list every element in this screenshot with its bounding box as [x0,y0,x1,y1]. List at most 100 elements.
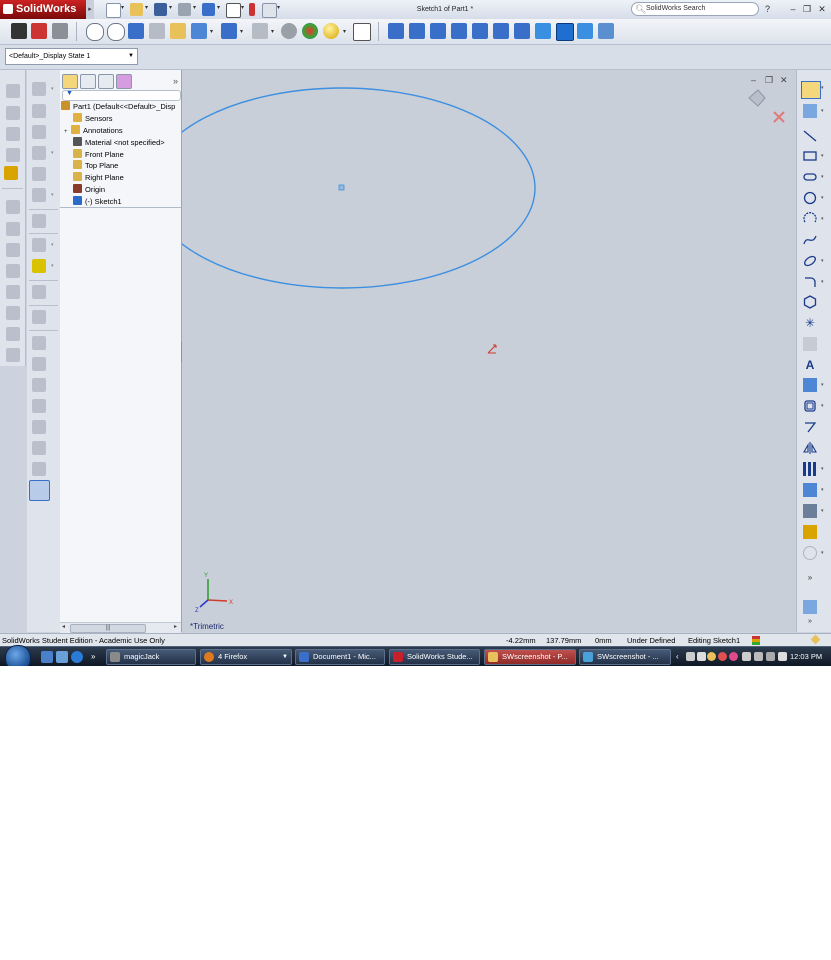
swept-boss-icon[interactable] [32,125,46,139]
sketch-ellipse[interactable] [182,87,536,289]
taskbar-firefox[interactable]: 4 Firefox ▼ [200,649,292,665]
snaps-dropdown-icon[interactable]: ▾ [821,550,824,556]
quicklaunch-more-icon[interactable]: » [91,651,103,663]
record-macro-icon[interactable] [31,23,47,39]
dynamic-annotation-icon[interactable] [170,23,186,39]
split-entities-icon[interactable] [6,348,20,362]
curves-icon[interactable] [32,285,46,299]
display-icon[interactable] [754,652,763,661]
circle-dropdown-icon[interactable]: ▾ [821,195,824,201]
rebuild-status-icon[interactable] [752,636,760,645]
print-dropdown-icon[interactable]: ▾ [193,4,199,11]
sketch-dropdown-icon[interactable]: ▾ [821,85,824,91]
ellipse-icon[interactable] [803,254,817,268]
sketch-icon[interactable] [801,81,821,99]
undo-dropdown-icon[interactable]: ▾ [217,4,223,11]
offset-entities-icon[interactable] [6,285,20,299]
dimension-dropdown-icon[interactable]: ▾ [821,108,824,114]
right-view-icon[interactable] [472,23,488,39]
centerline-icon[interactable] [6,127,20,141]
linear-pattern-icon[interactable] [803,462,817,476]
horizontal-scrollbar[interactable]: ◂ ||| ▸ [60,622,181,633]
display-style-dropdown-icon[interactable]: ▾ [240,28,243,35]
undo-icon[interactable] [202,3,215,16]
lofted-boss-icon[interactable] [32,146,46,160]
tree-item-sensors[interactable]: Sensors [73,113,113,124]
hide-show-items-icon[interactable] [252,23,268,39]
top-view-icon[interactable] [493,23,509,39]
scale-icon[interactable] [32,441,46,455]
fillet-icon[interactable] [32,188,46,202]
rib-icon[interactable] [32,214,46,228]
sketch-tool-icon[interactable] [29,480,50,501]
battery-icon[interactable] [742,652,751,661]
sketch-canvas[interactable]: X Y Z [182,70,796,632]
scroll-right-icon[interactable]: ▸ [174,623,177,630]
rectangle-icon[interactable] [803,149,817,163]
isometric-view-icon[interactable] [535,23,551,39]
tree-item-material[interactable]: Material <not specified> [73,137,165,148]
minimize-icon[interactable]: – [787,3,799,15]
confirmation-corner[interactable] [748,89,785,123]
scroll-left-icon[interactable]: ◂ [62,623,65,630]
save-icon[interactable] [154,3,167,16]
hole-wizard-icon[interactable] [32,420,46,434]
more-tools-chevron-icon[interactable]: » [803,573,817,587]
point-icon[interactable] [6,148,20,162]
trim-entities-icon[interactable] [803,420,817,434]
messenger-icon[interactable] [729,652,738,661]
mirror-feature-icon[interactable] [32,399,46,413]
close-icon[interactable]: ✕ [816,3,828,15]
tree-item-right-plane[interactable]: Right Plane [73,172,124,183]
smart-dimension-icon[interactable] [803,104,817,118]
help-icon[interactable]: ? [765,4,770,14]
relations-icon[interactable] [4,166,18,180]
search-box[interactable]: 🔍︎ SolidWorks Search [631,2,759,16]
section-view-icon[interactable] [149,23,165,39]
rapid-sketch-icon[interactable] [803,600,817,614]
view-selector-icon[interactable] [598,23,614,39]
loft-dropdown-icon[interactable]: ▾ [51,150,54,156]
expand-icon[interactable]: + [64,127,71,138]
updates-icon[interactable] [707,652,716,661]
network-icon[interactable] [686,652,695,661]
tree-filter-input[interactable]: ▼ [62,90,181,101]
spline-icon[interactable] [803,233,817,247]
draft-icon[interactable] [32,336,46,350]
extruded-boss-icon[interactable] [32,82,46,96]
circular-pattern-icon[interactable] [6,264,20,278]
smart-dimension-icon[interactable] [6,84,20,98]
tab-property-manager[interactable] [80,74,96,89]
reference-geometry-icon[interactable] [32,259,46,273]
scroll-thumb[interactable]: ||| [70,624,146,633]
line-icon[interactable] [803,129,817,143]
rectangle-dropdown-icon[interactable]: ▾ [821,153,824,159]
shell-icon[interactable] [32,238,46,252]
circle-icon[interactable] [803,191,817,205]
apply-scene-icon[interactable] [302,23,318,39]
taskbar-word[interactable]: Document1 - Mic... [295,649,385,665]
reference-dropdown-icon[interactable]: ▾ [51,263,54,269]
fillet-icon[interactable] [803,275,817,289]
instant3d-icon[interactable] [32,310,46,324]
polygon-icon[interactable] [803,295,817,309]
fillet-dropdown-icon[interactable]: ▾ [51,192,54,198]
dimetric-view-icon[interactable] [577,23,593,39]
convert-entities-icon[interactable] [803,378,817,392]
print-icon[interactable] [178,3,191,16]
tree-item-annotations[interactable]: + Annotations [64,125,123,136]
arc-icon[interactable] [803,212,817,226]
tree-item-part1[interactable]: Part1 (Default<<Default>_Disp [61,101,175,112]
expand-panel-icon[interactable]: » [173,76,178,86]
menu-expand-arrow-icon[interactable]: ▸ [86,0,94,19]
display-state-dropdown[interactable]: <Default>_Display State 1 ▼ [5,48,138,65]
tree-item-front-plane[interactable]: Front Plane [73,149,124,160]
select-pointer-icon[interactable] [226,3,241,18]
tab-dimxpert-manager[interactable] [116,74,132,89]
new-document-icon[interactable] [106,3,121,18]
doc-restore-icon[interactable]: ❐ [765,75,773,86]
bottom-view-icon[interactable] [514,23,530,39]
tab-feature-manager[interactable] [62,74,78,89]
normal-to-icon[interactable] [388,23,404,39]
plane-icon[interactable] [803,337,817,351]
